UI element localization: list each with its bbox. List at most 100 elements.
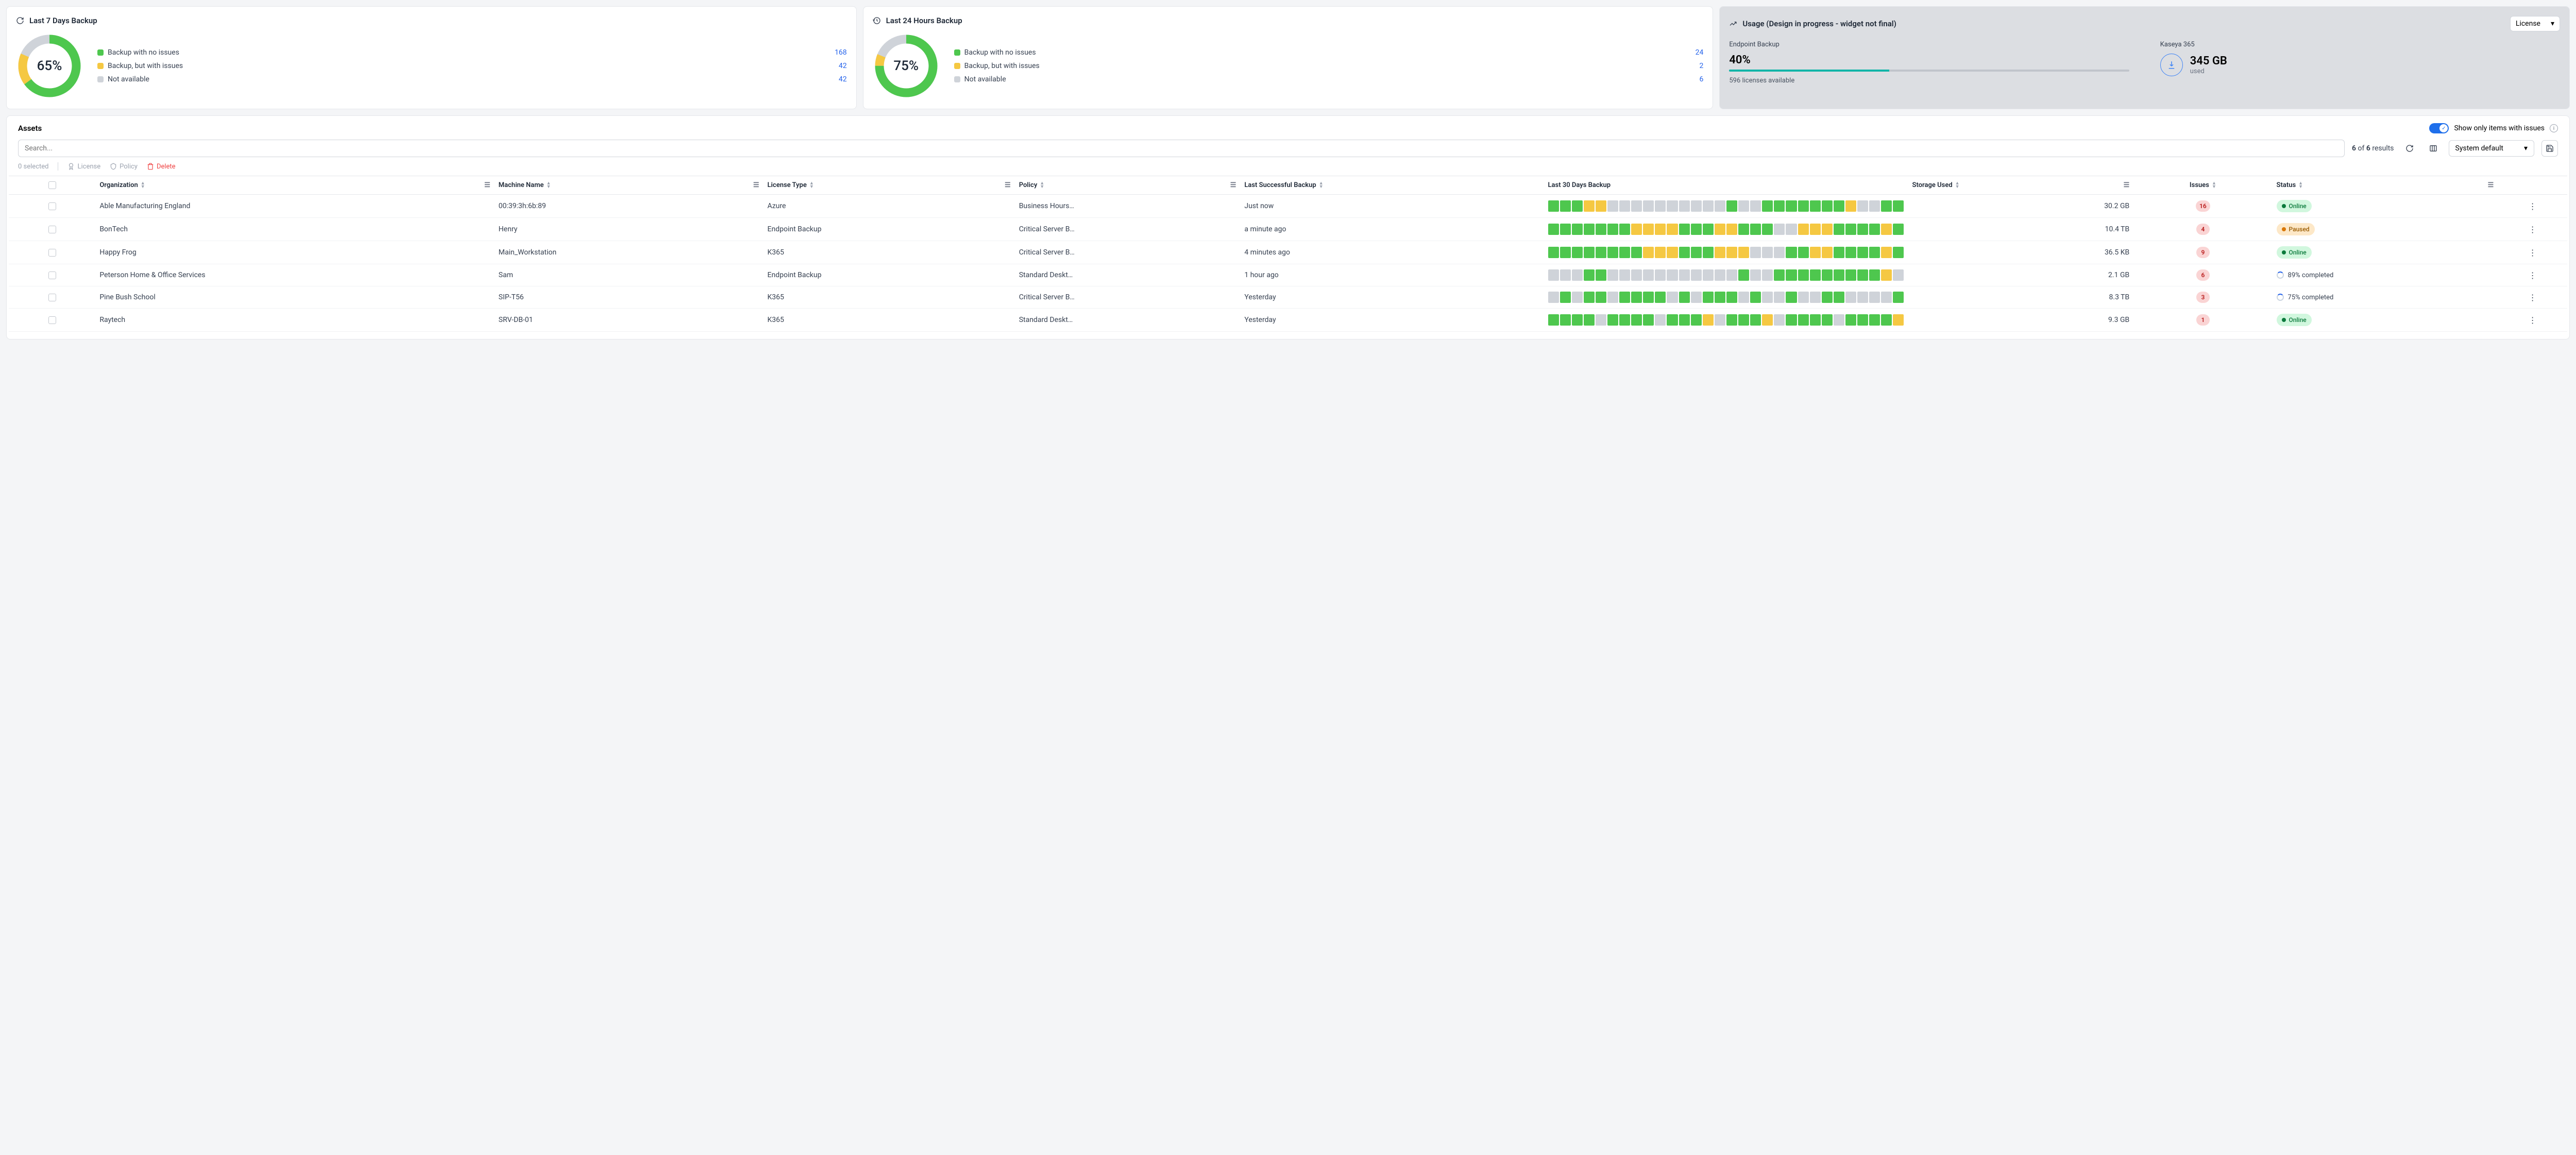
chevron-down-icon: ▾ — [2551, 20, 2554, 28]
backup-bars — [1548, 292, 1904, 303]
row-more-button[interactable]: ⋮ — [2498, 241, 2567, 264]
cell-machine: 00:39:3h:6b:89 — [495, 195, 764, 218]
policy-action[interactable]: Policy — [110, 163, 138, 171]
cell-machine: SIP-T56 — [495, 286, 764, 309]
search-input[interactable] — [18, 140, 2345, 157]
row-checkbox[interactable] — [48, 202, 56, 210]
license-dropdown[interactable]: License ▾ — [2510, 16, 2560, 31]
backup-bars — [1548, 247, 1904, 258]
cell-license: Endpoint Backup — [764, 264, 1015, 286]
columns-button[interactable] — [2425, 140, 2442, 157]
swatch-icon — [97, 49, 104, 56]
license-action[interactable]: License — [67, 163, 100, 171]
donut-percent: 75% — [893, 58, 919, 74]
cell-policy: Critical Server B… — [1015, 286, 1241, 309]
table-row[interactable]: Peterson Home & Office ServicesSamEndpoi… — [9, 264, 2567, 286]
download-icon — [2160, 54, 2183, 76]
cell-license: K365 — [764, 286, 1015, 309]
legend-value: 2 — [1699, 62, 1703, 70]
status-paused: Paused — [2277, 223, 2315, 235]
issues-pill[interactable]: 6 — [2196, 269, 2210, 281]
status-online: Online — [2277, 314, 2312, 326]
issues-pill[interactable]: 4 — [2196, 224, 2210, 235]
issues-toggle[interactable]: ✓ — [2429, 123, 2449, 133]
cell-policy: Critical Server B… — [1015, 241, 1241, 264]
row-checkbox[interactable] — [48, 249, 56, 257]
chevron-down-icon: ▾ — [2524, 144, 2528, 152]
row-more-button[interactable]: ⋮ — [2498, 286, 2567, 309]
legend-item[interactable]: Backup with no issues24 — [954, 48, 1704, 57]
table-row[interactable]: BonTechHenryEndpoint BackupCritical Serv… — [9, 218, 2567, 241]
issues-pill[interactable]: 16 — [2196, 200, 2210, 212]
endpoint-sub: 596 licenses available — [1729, 77, 2129, 84]
save-view-button[interactable] — [2541, 140, 2558, 157]
sort-icon[interactable]: ▲▼ — [1319, 182, 1324, 189]
trend-icon — [1729, 20, 1737, 28]
cell-policy: Standard Deskt… — [1015, 264, 1241, 286]
issues-pill[interactable]: 9 — [2196, 247, 2210, 258]
sort-icon[interactable]: ▲▼ — [546, 182, 551, 189]
filter-icon[interactable]: ☰ — [1005, 181, 1011, 189]
table-row[interactable]: Happy FrogMain_WorkstationK365Critical S… — [9, 241, 2567, 264]
kaseya-sub: used — [2190, 67, 2227, 75]
row-more-button[interactable]: ⋮ — [2498, 264, 2567, 286]
cell-org: Happy Frog — [95, 241, 494, 264]
issues-pill[interactable]: 1 — [2196, 314, 2210, 326]
row-more-button[interactable]: ⋮ — [2498, 195, 2567, 218]
sort-icon[interactable]: ▲▼ — [809, 182, 814, 189]
view-select[interactable]: System default ▾ — [2449, 140, 2534, 157]
row-checkbox[interactable] — [48, 294, 56, 301]
filter-icon[interactable]: ☰ — [2124, 181, 2130, 189]
legend-value: 24 — [1696, 48, 1704, 57]
cell-org: BonTech — [95, 218, 494, 241]
cell-org: Peterson Home & Office Services — [95, 264, 494, 286]
sort-icon[interactable]: ▲▼ — [141, 182, 145, 189]
legend-item[interactable]: Backup with no issues168 — [97, 48, 847, 57]
legend-item[interactable]: Backup, but with issues2 — [954, 62, 1704, 70]
donut-chart-7days: 65% — [16, 32, 83, 99]
spinner-icon — [2277, 271, 2284, 279]
refresh-button[interactable] — [2401, 140, 2418, 157]
history-icon — [873, 16, 881, 25]
table-row[interactable]: Pine Bush SchoolSIP-T56K365Critical Serv… — [9, 286, 2567, 309]
card-last24hours: Last 24 Hours Backup 75% Backup with no … — [863, 6, 1714, 109]
row-more-button[interactable]: ⋮ — [2498, 309, 2567, 332]
info-icon[interactable]: i — [2550, 124, 2558, 132]
legend-value: 42 — [839, 62, 847, 70]
cell-storage: 36.5 KB — [1908, 241, 2134, 264]
endpoint-percent: 40% — [1729, 54, 2129, 66]
cell-last-backup: Just now — [1240, 195, 1544, 218]
backup-bars — [1548, 269, 1904, 281]
assets-panel: Assets ✓ Show only items with issues i 6… — [6, 115, 2570, 339]
cell-policy: Standard Deskt… — [1015, 309, 1241, 332]
filter-icon[interactable]: ☰ — [1230, 181, 1236, 189]
endpoint-label: Endpoint Backup — [1729, 41, 2129, 48]
cell-org: Pine Bush School — [95, 286, 494, 309]
cell-license: K365 — [764, 309, 1015, 332]
legend-item[interactable]: Not available42 — [97, 75, 847, 83]
status-progress: 89% completed — [2277, 271, 2494, 279]
sort-icon[interactable]: ▲▼ — [1955, 182, 1960, 189]
table-row[interactable]: Able Manufacturing England00:39:3h:6b:89… — [9, 195, 2567, 218]
delete-action[interactable]: Delete — [147, 163, 176, 171]
status-online: Online — [2277, 200, 2312, 212]
sort-icon[interactable]: ▲▼ — [2298, 182, 2303, 189]
table-row[interactable]: RaytechSRV-DB-01K365Standard Deskt…Yeste… — [9, 309, 2567, 332]
sort-icon[interactable]: ▲▼ — [2212, 182, 2216, 189]
sort-icon[interactable]: ▲▼ — [1040, 182, 1044, 189]
filter-icon[interactable]: ☰ — [753, 181, 759, 189]
select-all-checkbox[interactable] — [48, 181, 56, 189]
row-checkbox[interactable] — [48, 316, 56, 324]
swatch-icon — [954, 76, 960, 82]
legend-value: 6 — [1699, 75, 1703, 83]
legend-label: Backup, but with issues — [108, 62, 835, 70]
filter-icon[interactable]: ☰ — [484, 181, 490, 189]
cell-machine: Main_Workstation — [495, 241, 764, 264]
issues-pill[interactable]: 3 — [2196, 292, 2210, 303]
row-more-button[interactable]: ⋮ — [2498, 218, 2567, 241]
legend-item[interactable]: Backup, but with issues 42 — [97, 62, 847, 70]
legend-item[interactable]: Not available6 — [954, 75, 1704, 83]
row-checkbox[interactable] — [48, 226, 56, 233]
row-checkbox[interactable] — [48, 271, 56, 279]
filter-icon[interactable]: ☰ — [2488, 181, 2494, 189]
